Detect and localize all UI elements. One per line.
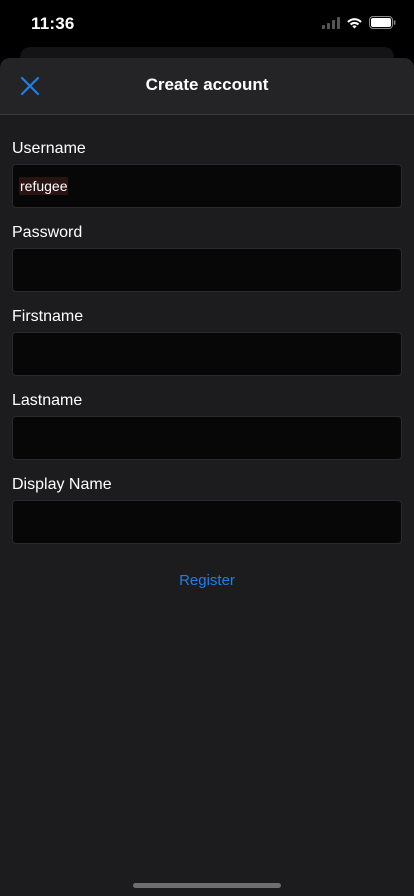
password-field[interactable]	[12, 248, 402, 292]
password-label: Password	[12, 224, 83, 241]
create-account-sheet: Create account Username refugee Password…	[0, 58, 414, 896]
app-screen: 11:36 Create account Username refugee Pa…	[0, 0, 414, 896]
navigation-bar: Create account	[0, 58, 414, 115]
lastname-field[interactable]	[12, 416, 402, 460]
cellular-signal-icon	[322, 16, 340, 29]
lastname-label: Lastname	[12, 392, 83, 409]
status-icons	[322, 16, 396, 29]
battery-icon	[369, 16, 396, 29]
username-label: Username	[12, 140, 86, 157]
firstname-field[interactable]	[12, 332, 402, 376]
registration-form: Username refugee Password Firstname Last…	[12, 136, 402, 556]
page-title: Create account	[145, 75, 269, 94]
register-button[interactable]: Register	[0, 572, 414, 589]
status-time: 11:36	[31, 14, 75, 33]
firstname-label: Firstname	[12, 308, 84, 325]
display-name-label: Display Name	[12, 476, 112, 493]
home-indicator[interactable]	[133, 883, 281, 888]
wifi-icon	[346, 17, 363, 29]
status-bar: 11:36	[0, 0, 414, 48]
username-field[interactable]: refugee	[12, 164, 402, 208]
username-value: refugee	[19, 177, 69, 195]
display-name-field[interactable]	[12, 500, 402, 544]
